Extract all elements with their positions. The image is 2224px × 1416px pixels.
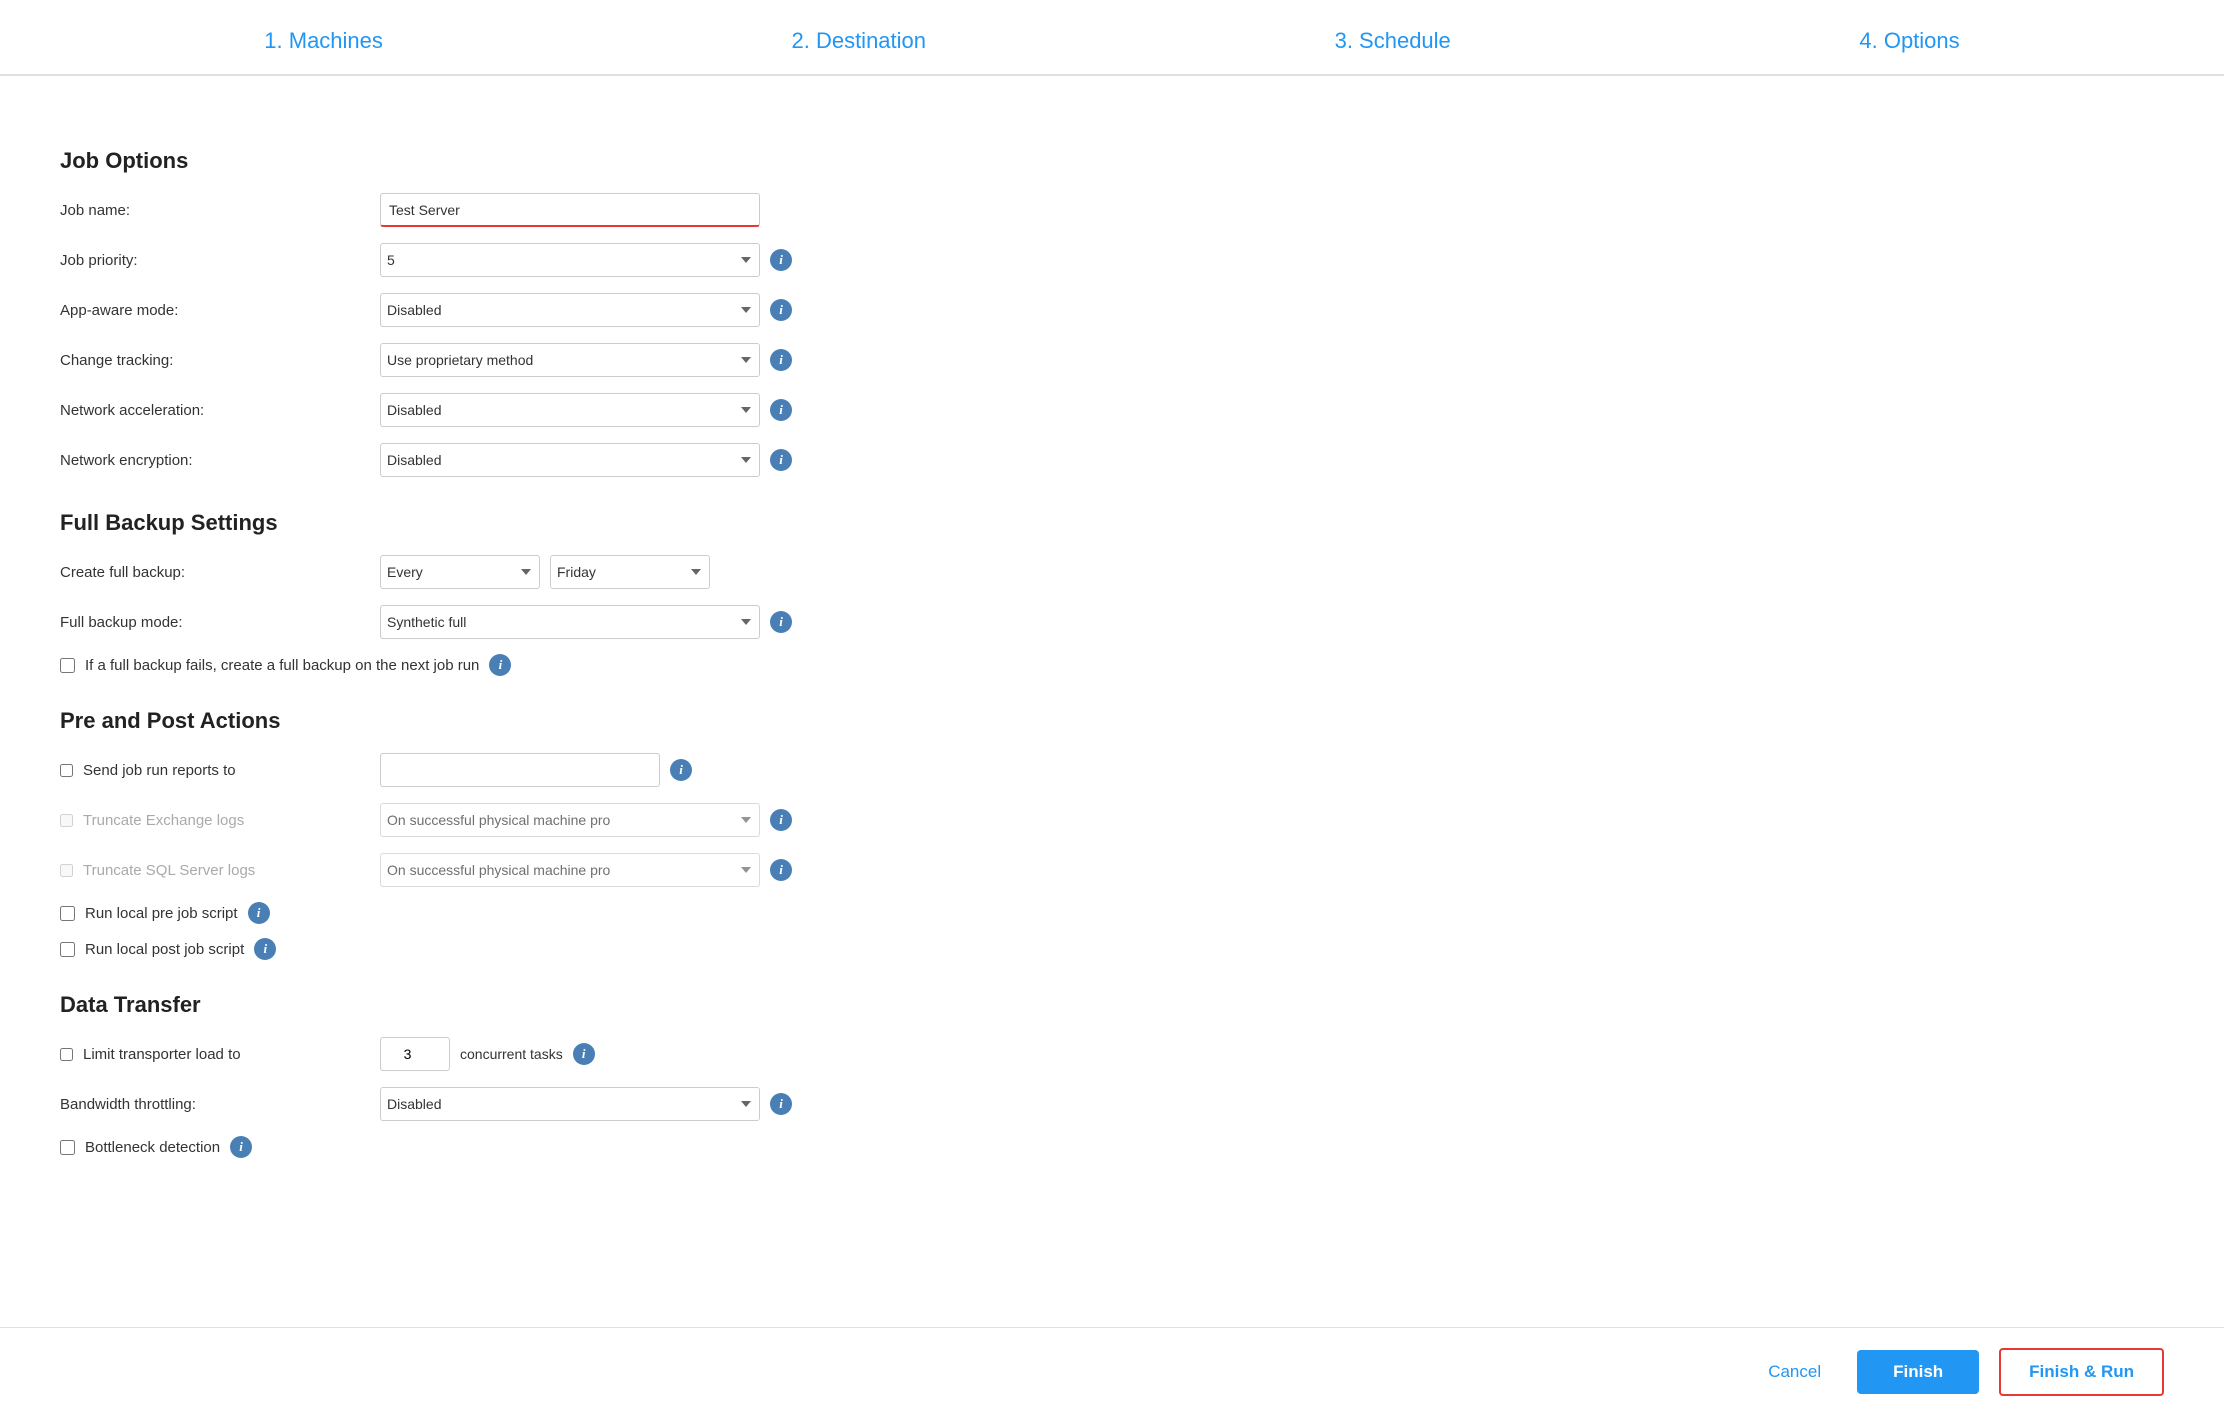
truncate-sql-select[interactable]: On successful physical machine proNever (380, 853, 760, 887)
wizard-header: 1. Machines 2. Destination 3. Schedule 4… (0, 0, 2224, 76)
truncate-sql-label: Truncate SQL Server logs (83, 862, 255, 879)
bandwidth-throttling-select[interactable]: DisabledEnabled (380, 1087, 760, 1121)
job-priority-control: 5 1234 678910 i (380, 243, 792, 277)
truncate-exchange-label: Truncate Exchange logs (83, 812, 244, 829)
network-encryption-label: Network encryption: (60, 452, 380, 469)
send-reports-info-icon[interactable]: i (670, 759, 692, 781)
full-backup-header: Full Backup Settings (60, 510, 1340, 536)
full-backup-mode-info-icon[interactable]: i (770, 611, 792, 633)
send-reports-input[interactable] (380, 753, 660, 787)
app-aware-control: DisabledEnabled i (380, 293, 792, 327)
truncate-exchange-select[interactable]: On successful physical machine proNever (380, 803, 760, 837)
send-reports-label: Send job run reports to (83, 762, 236, 779)
network-acceleration-info-icon[interactable]: i (770, 399, 792, 421)
job-name-row: Job name: (60, 192, 1340, 228)
create-full-backup-label: Create full backup: (60, 564, 380, 581)
full-backup-mode-row: Full backup mode: Synthetic fullActive f… (60, 604, 1340, 640)
bandwidth-throttling-info-icon[interactable]: i (770, 1093, 792, 1115)
finish-run-button[interactable]: Finish & Run (1999, 1348, 2164, 1396)
finish-button[interactable]: Finish (1857, 1350, 1979, 1394)
wizard-step-machines[interactable]: 1. Machines (264, 28, 383, 54)
full-backup-mode-select[interactable]: Synthetic fullActive full (380, 605, 760, 639)
limit-transporter-checkbox[interactable] (60, 1048, 73, 1061)
network-acceleration-row: Network acceleration: DisabledEnabled i (60, 392, 1340, 428)
change-tracking-control: Use proprietary methodUse VSSDisabled i (380, 343, 792, 377)
change-tracking-info-icon[interactable]: i (770, 349, 792, 371)
bottleneck-checkbox[interactable] (60, 1140, 75, 1155)
app-aware-select[interactable]: DisabledEnabled (380, 293, 760, 327)
network-acceleration-control: DisabledEnabled i (380, 393, 792, 427)
fail-checkbox-row: If a full backup fails, create a full ba… (60, 654, 1340, 676)
create-full-backup-freq-select[interactable]: EveryMonthlyNever (380, 555, 540, 589)
job-priority-row: Job priority: 5 1234 678910 i (60, 242, 1340, 278)
bottom-toolbar: Cancel Finish Finish & Run (0, 1327, 2224, 1416)
full-backup-mode-control: Synthetic fullActive full i (380, 605, 792, 639)
job-priority-select[interactable]: 5 1234 678910 (380, 243, 760, 277)
create-full-backup-day-select[interactable]: Friday MondayTuesdayWednesday ThursdaySa… (550, 555, 710, 589)
run-post-script-info-icon[interactable]: i (254, 938, 276, 960)
job-priority-info-icon[interactable]: i (770, 249, 792, 271)
fail-checkbox[interactable] (60, 658, 75, 673)
truncate-sql-checkbox[interactable] (60, 864, 73, 877)
limit-transporter-control: concurrent tasks i (380, 1037, 595, 1071)
bandwidth-throttling-label: Bandwidth throttling: (60, 1096, 380, 1113)
run-post-script-checkbox[interactable] (60, 942, 75, 957)
network-encryption-control: DisabledEnabled i (380, 443, 792, 477)
run-pre-script-info-icon[interactable]: i (248, 902, 270, 924)
limit-transporter-row: Limit transporter load to concurrent tas… (60, 1036, 1340, 1072)
truncate-exchange-control: On successful physical machine proNever … (380, 803, 792, 837)
wizard-step-destination[interactable]: 2. Destination (791, 28, 926, 54)
job-name-label: Job name: (60, 202, 380, 219)
fail-checkbox-label: If a full backup fails, create a full ba… (85, 657, 479, 674)
send-reports-row: Send job run reports to i (60, 752, 1340, 788)
network-encryption-select[interactable]: DisabledEnabled (380, 443, 760, 477)
truncate-sql-control: On successful physical machine proNever … (380, 853, 792, 887)
create-full-backup-control: EveryMonthlyNever Friday MondayTuesdayWe… (380, 555, 710, 589)
send-reports-control: i (380, 753, 692, 787)
job-name-input[interactable] (380, 193, 760, 227)
run-post-script-label: Run local post job script (85, 941, 244, 958)
change-tracking-select[interactable]: Use proprietary methodUse VSSDisabled (380, 343, 760, 377)
main-content: Job Options Job name: Job priority: 5 12… (0, 76, 1400, 1332)
bottleneck-info-icon[interactable]: i (230, 1136, 252, 1158)
truncate-exchange-info-icon[interactable]: i (770, 809, 792, 831)
app-aware-row: App-aware mode: DisabledEnabled i (60, 292, 1340, 328)
run-pre-script-checkbox[interactable] (60, 906, 75, 921)
truncate-exchange-checkbox[interactable] (60, 814, 73, 827)
truncate-exchange-row: Truncate Exchange logs On successful phy… (60, 802, 1340, 838)
network-acceleration-select[interactable]: DisabledEnabled (380, 393, 760, 427)
job-name-control (380, 193, 760, 227)
wizard-step-schedule[interactable]: 3. Schedule (1335, 28, 1451, 54)
pre-post-header: Pre and Post Actions (60, 708, 1340, 734)
app-aware-info-icon[interactable]: i (770, 299, 792, 321)
full-backup-mode-label: Full backup mode: (60, 614, 380, 631)
cancel-button[interactable]: Cancel (1752, 1352, 1837, 1392)
change-tracking-label: Change tracking: (60, 352, 380, 369)
run-post-script-row: Run local post job script i (60, 938, 1340, 960)
bandwidth-throttling-row: Bandwidth throttling: DisabledEnabled i (60, 1086, 1340, 1122)
job-priority-label: Job priority: (60, 252, 380, 269)
limit-transporter-label: Limit transporter load to (83, 1046, 241, 1063)
limit-transporter-spinner[interactable] (380, 1037, 450, 1071)
network-acceleration-label: Network acceleration: (60, 402, 380, 419)
run-pre-script-label: Run local pre job script (85, 905, 238, 922)
network-encryption-info-icon[interactable]: i (770, 449, 792, 471)
concurrent-tasks-label: concurrent tasks (460, 1046, 563, 1062)
bottleneck-label: Bottleneck detection (85, 1139, 220, 1156)
bandwidth-throttling-control: DisabledEnabled i (380, 1087, 792, 1121)
change-tracking-row: Change tracking: Use proprietary methodU… (60, 342, 1340, 378)
send-reports-checkbox[interactable] (60, 764, 73, 777)
wizard-step-options[interactable]: 4. Options (1859, 28, 1959, 54)
fail-info-icon[interactable]: i (489, 654, 511, 676)
network-encryption-row: Network encryption: DisabledEnabled i (60, 442, 1340, 478)
job-options-header: Job Options (60, 148, 1340, 174)
limit-transporter-info-icon[interactable]: i (573, 1043, 595, 1065)
create-full-backup-row: Create full backup: EveryMonthlyNever Fr… (60, 554, 1340, 590)
run-pre-script-row: Run local pre job script i (60, 902, 1340, 924)
app-aware-label: App-aware mode: (60, 302, 380, 319)
truncate-sql-row: Truncate SQL Server logs On successful p… (60, 852, 1340, 888)
data-transfer-header: Data Transfer (60, 992, 1340, 1018)
truncate-sql-info-icon[interactable]: i (770, 859, 792, 881)
bottleneck-row: Bottleneck detection i (60, 1136, 1340, 1158)
